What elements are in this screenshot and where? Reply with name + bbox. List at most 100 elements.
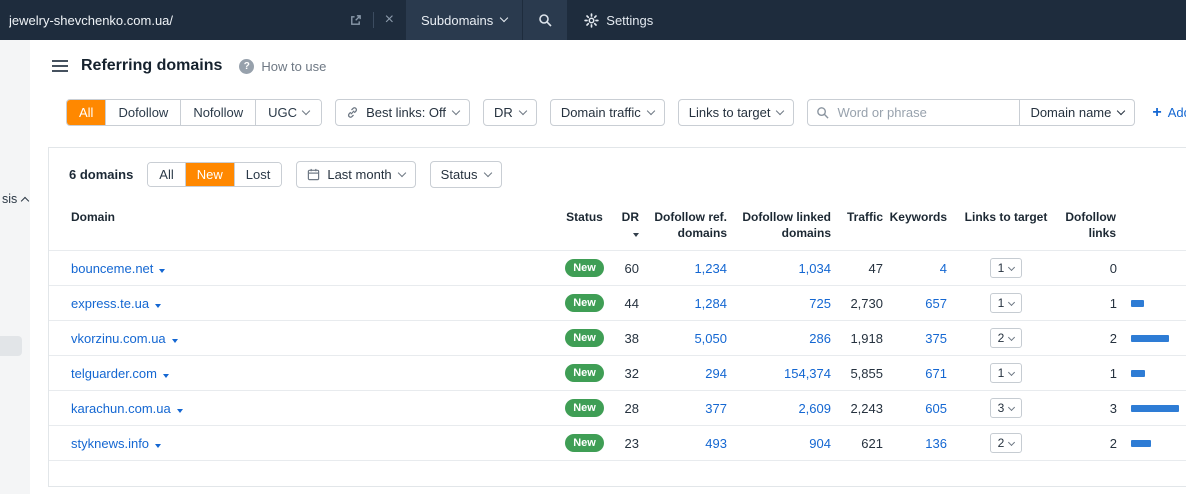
keywords-link[interactable]: 671: [925, 366, 947, 381]
column-header-status[interactable]: Status: [556, 203, 613, 251]
how-to-use-link[interactable]: ? How to use: [239, 59, 326, 74]
domain-caret-icon[interactable]: [177, 409, 183, 413]
dofollow-links-bar: [1131, 335, 1179, 342]
column-header-links-to-target[interactable]: Links to target: [951, 203, 1061, 251]
links-to-target-select[interactable]: 2: [990, 433, 1023, 453]
segment-dofollow[interactable]: Dofollow: [106, 100, 181, 125]
best-links-filter-button[interactable]: Best links: Off: [335, 99, 470, 126]
domain-link[interactable]: bounceme.net: [71, 261, 153, 276]
segment-ugc[interactable]: UGC: [256, 100, 321, 125]
dofollow-linked-domains-link[interactable]: 2,609: [798, 401, 831, 416]
dofollow-linked-domains-link[interactable]: 1,034: [798, 261, 831, 276]
dofollow-ref-domains-link[interactable]: 294: [705, 366, 727, 381]
status-badge: New: [565, 434, 604, 452]
period-dropdown[interactable]: Last month: [296, 161, 415, 188]
table-row: vkorzinu.com.ua New 38 5,050 286 1,918 3…: [49, 321, 1186, 356]
column-header-dofollow-linked-domains[interactable]: Dofollow linked domains: [731, 203, 835, 251]
topbar: × Subdomains Settings: [0, 0, 1186, 40]
dofollow-ref-domains-link[interactable]: 377: [705, 401, 727, 416]
keywords-link[interactable]: 605: [925, 401, 947, 416]
domain-caret-icon[interactable]: [172, 339, 178, 343]
domain-link[interactable]: vkorzinu.com.ua: [71, 331, 166, 346]
settings-label: Settings: [606, 13, 653, 28]
sidebar-partial-label: sis: [2, 192, 17, 206]
open-in-new-tab-icon[interactable]: [347, 14, 364, 27]
column-header-dr[interactable]: DR: [613, 203, 649, 251]
dofollow-ref-domains-link[interactable]: 5,050: [694, 331, 727, 346]
dofollow-linked-domains-link[interactable]: 286: [809, 331, 831, 346]
keywords-link[interactable]: 4: [940, 261, 947, 276]
links-to-target-select[interactable]: 1: [990, 258, 1023, 278]
dofollow-linked-domains-link[interactable]: 725: [809, 296, 831, 311]
chevron-down-icon: [647, 106, 655, 114]
links-to-target-select[interactable]: 1: [990, 293, 1023, 313]
column-header-domain[interactable]: Domain: [49, 203, 556, 251]
search-input[interactable]: [807, 99, 1020, 126]
status-filter-label: Status: [441, 167, 478, 182]
dofollow-ref-domains-link[interactable]: 493: [705, 436, 727, 451]
chevron-down-icon: [500, 14, 508, 22]
settings-button[interactable]: Settings: [584, 0, 653, 40]
chevron-down-icon: [1008, 439, 1015, 446]
menu-icon[interactable]: [52, 57, 68, 75]
domain-traffic-filter-button[interactable]: Domain traffic: [550, 99, 665, 126]
subdomains-label: Subdomains: [421, 13, 493, 28]
segment-change-new[interactable]: New: [186, 163, 235, 186]
chevron-down-icon: [1008, 334, 1015, 341]
domain-caret-icon[interactable]: [159, 269, 165, 273]
chevron-up-icon: [21, 197, 29, 205]
keywords-link[interactable]: 136: [925, 436, 947, 451]
chevron-down-icon: [519, 106, 527, 114]
domain-link[interactable]: telguarder.com: [71, 366, 157, 381]
dofollow-linked-domains-link[interactable]: 904: [809, 436, 831, 451]
column-header-keywords[interactable]: Keywords: [887, 203, 951, 251]
gear-icon: [584, 13, 599, 28]
sidebar-selected-item[interactable]: [0, 336, 22, 356]
traffic-value: 5,855: [835, 356, 887, 391]
segment-change-lost[interactable]: Lost: [235, 163, 282, 186]
phrase-search-group: Domain name: [807, 99, 1135, 126]
column-header-dofollow-ref-domains[interactable]: Dofollow ref. domains: [649, 203, 731, 251]
clear-url-icon[interactable]: ×: [383, 12, 396, 28]
topbar-search-icon[interactable]: [523, 0, 567, 40]
target-url-box: ×: [0, 0, 406, 40]
column-header-traffic[interactable]: Traffic: [835, 203, 887, 251]
sidebar-section-toggle[interactable]: sis: [2, 192, 28, 206]
column-header-dofollow-links[interactable]: Dofollow links: [1061, 203, 1186, 251]
segment-change-all[interactable]: All: [148, 163, 185, 186]
calendar-icon: [307, 168, 320, 181]
chevron-down-icon: [452, 106, 460, 114]
domain-link[interactable]: styknews.info: [71, 436, 149, 451]
traffic-value: 621: [835, 426, 887, 461]
dr-value: 23: [613, 426, 649, 461]
keywords-link[interactable]: 657: [925, 296, 947, 311]
links-to-target-filter-button[interactable]: Links to target: [678, 99, 795, 126]
domain-caret-icon[interactable]: [155, 304, 161, 308]
status-dropdown[interactable]: Status: [430, 161, 502, 188]
results-controls: 6 domains All New Lost Last month Status: [49, 148, 1186, 197]
links-to-target-select[interactable]: 3: [990, 398, 1023, 418]
dr-filter-button[interactable]: DR: [483, 99, 537, 126]
domain-caret-icon[interactable]: [163, 374, 169, 378]
dofollow-links-bar: [1131, 265, 1179, 272]
segment-nofollow[interactable]: Nofollow: [181, 100, 256, 125]
target-url-input[interactable]: [9, 13, 338, 28]
domain-link[interactable]: karachun.com.ua: [71, 401, 171, 416]
add-filter-button[interactable]: + Add filter: [1152, 105, 1186, 121]
dofollow-linked-domains-link[interactable]: 154,374: [784, 366, 831, 381]
links-to-target-select[interactable]: 1: [990, 363, 1023, 383]
help-icon: ?: [239, 59, 254, 74]
plus-icon: +: [1152, 105, 1161, 121]
search-scope-dropdown[interactable]: Domain name: [1020, 99, 1135, 126]
domain-caret-icon[interactable]: [155, 444, 161, 448]
keywords-link[interactable]: 375: [925, 331, 947, 346]
dofollow-ref-domains-link[interactable]: 1,284: [694, 296, 727, 311]
dofollow-links-value: 2: [1061, 436, 1117, 451]
domain-link[interactable]: express.te.ua: [71, 296, 149, 311]
links-to-target-select[interactable]: 2: [990, 328, 1023, 348]
segment-all[interactable]: All: [67, 100, 106, 125]
dofollow-links-bar: [1131, 405, 1179, 412]
subdomains-dropdown[interactable]: Subdomains: [406, 0, 523, 40]
table-row: styknews.info New 23 493 904 621 136 2 2: [49, 426, 1186, 461]
dofollow-ref-domains-link[interactable]: 1,234: [694, 261, 727, 276]
